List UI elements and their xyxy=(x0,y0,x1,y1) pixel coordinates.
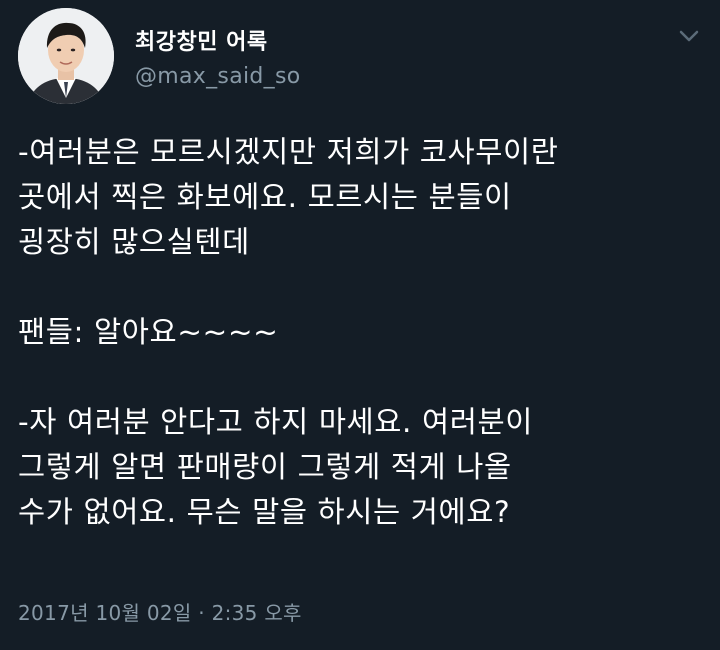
author-display-name[interactable]: 최강창민 어록 xyxy=(135,24,268,56)
chevron-down-icon[interactable] xyxy=(678,28,700,44)
tweet-line: 그렇게 알면 판매량이 그렇게 적게 나올 xyxy=(18,450,512,484)
avatar[interactable] xyxy=(18,8,114,104)
tweet-card: 최강창민 어록 @max_said_so -여러분은 모르시겠지만 저희가 코사… xyxy=(0,0,720,650)
tweet-line: 굉장히 많으실텐데 xyxy=(18,225,250,259)
author-handle[interactable]: @max_said_so xyxy=(135,64,300,89)
avatar-image xyxy=(18,8,114,104)
tweet-line: 팬들: 알아요~~~~ xyxy=(18,315,279,349)
tweet-text: -여러분은 모르시겠지만 저희가 코사무이란 곳에서 찍은 화보에요. 모르시는… xyxy=(18,130,708,535)
tweet-line: 곳에서 찍은 화보에요. 모르시는 분들이 xyxy=(18,180,512,214)
tweet-line: -자 여러분 안다고 하지 마세요. 여러분이 xyxy=(18,405,533,439)
tweet-timestamp[interactable]: 2017년 10월 02일 · 2:35 오후 xyxy=(18,597,302,626)
tweet-line: -여러분은 모르시겠지만 저희가 코사무이란 xyxy=(18,135,559,169)
tweet-line: 수가 없어요. 무슨 말을 하시는 거에요? xyxy=(18,495,511,529)
